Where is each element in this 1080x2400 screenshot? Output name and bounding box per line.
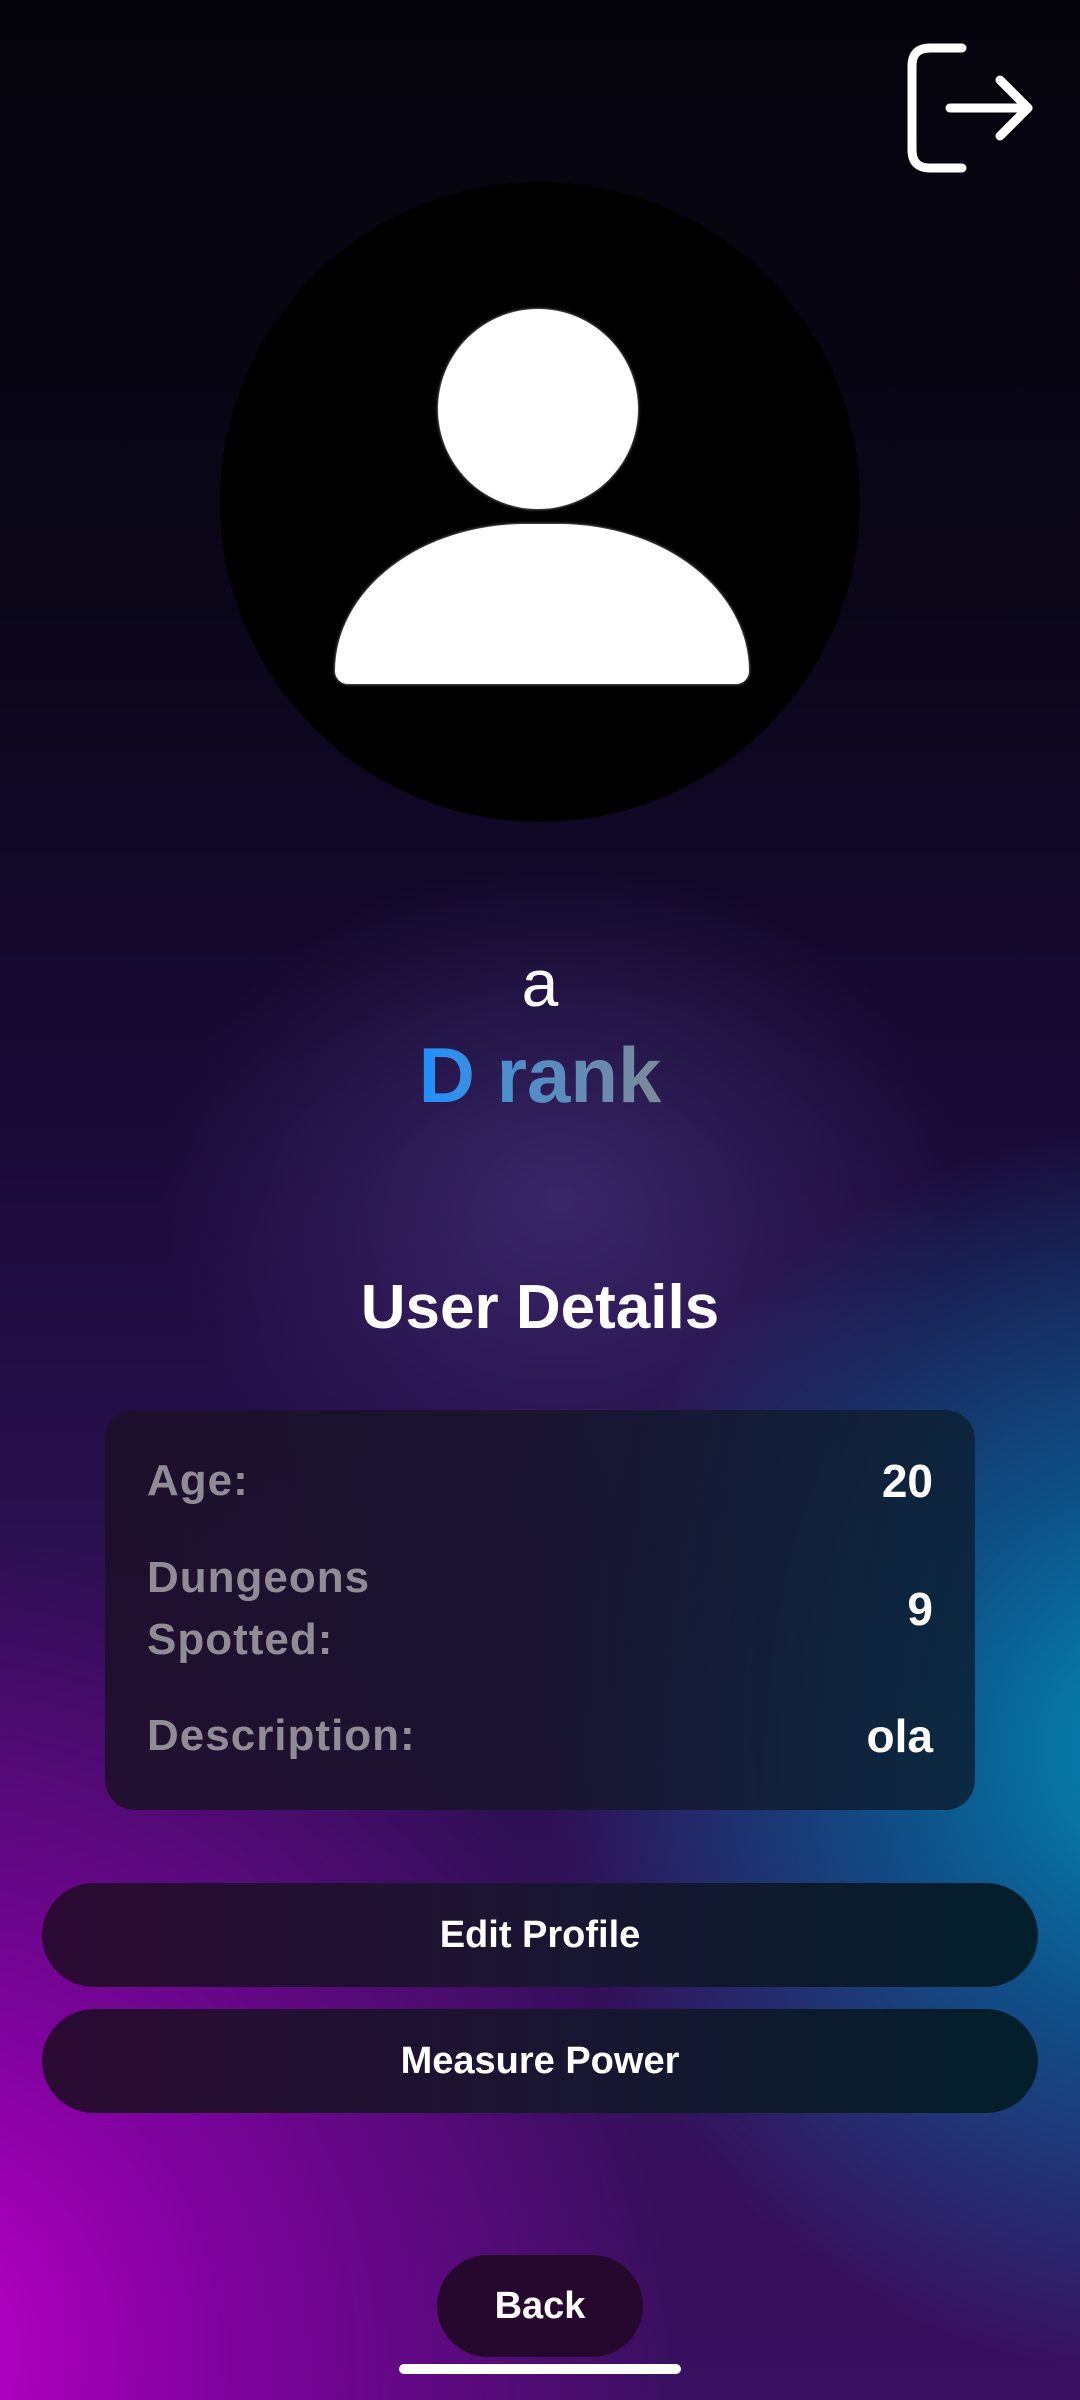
detail-row-dungeons-spotted: Dungeons Spotted: 9 — [147, 1547, 933, 1671]
logout-icon — [907, 43, 1033, 173]
age-value: 20 — [881, 1455, 933, 1507]
back-button[interactable]: Back — [437, 2255, 643, 2357]
detail-row-age: Age: 20 — [147, 1450, 933, 1512]
description-label: Description: — [147, 1711, 416, 1760]
edit-profile-button[interactable]: Edit Profile — [42, 1883, 1038, 1987]
user-details-title: User Details — [360, 1273, 720, 1342]
description-value: ola — [866, 1710, 933, 1762]
dungeons-spotted-label: Dungeons Spotted: — [147, 1553, 371, 1664]
home-indicator[interactable] — [399, 2364, 681, 2374]
avatar-body — [335, 524, 749, 684]
measure-power-button[interactable]: Measure Power — [42, 2009, 1038, 2113]
avatar-head — [438, 309, 638, 509]
user-rank: D rank — [0, 1025, 1080, 1125]
logout-button[interactable] — [900, 38, 1040, 178]
dungeons-spotted-value: 9 — [907, 1583, 933, 1635]
user-rank-text: D rank — [418, 1031, 662, 1119]
user-name: a — [521, 946, 559, 1020]
user-avatar-icon — [220, 182, 860, 822]
detail-row-description: Description: ola — [147, 1705, 933, 1767]
age-label: Age: — [147, 1456, 249, 1505]
